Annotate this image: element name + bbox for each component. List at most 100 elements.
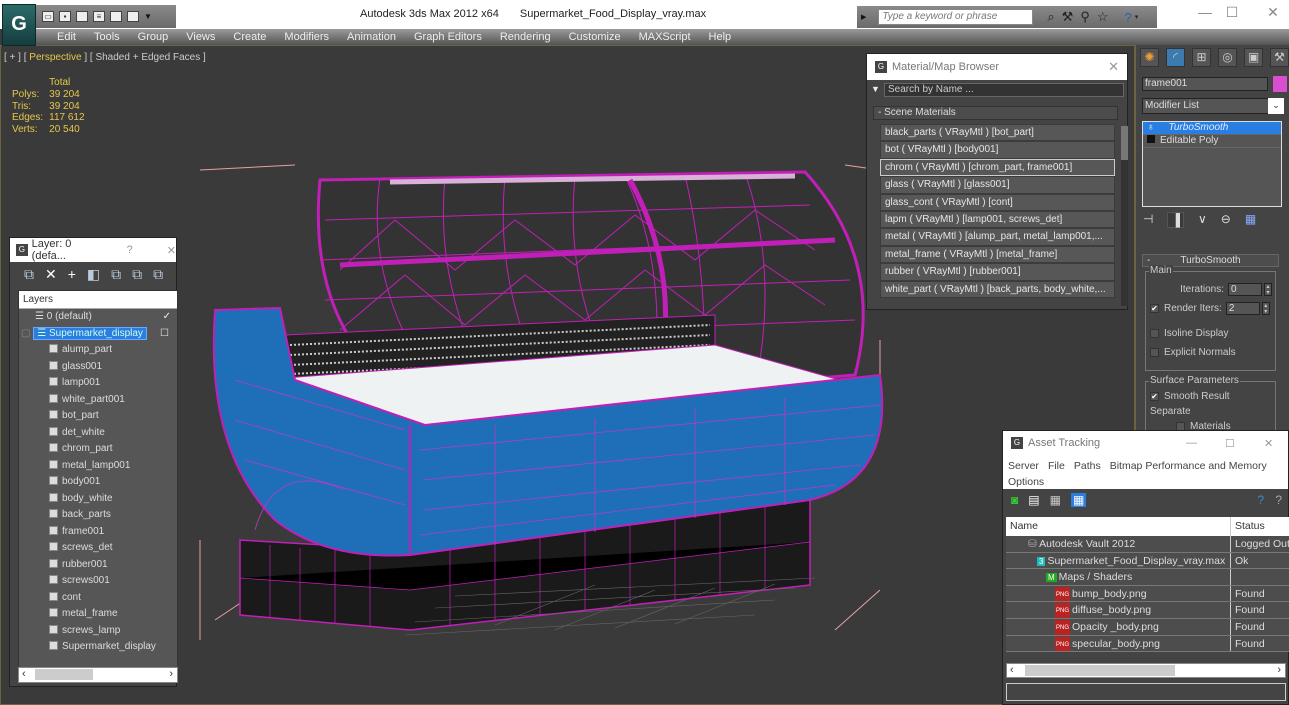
layer-object-row[interactable]: screws_lamp [19,623,177,640]
material-item[interactable]: metal ( VRayMtl ) [alump_part, metal_lam… [880,228,1115,246]
expand-icon[interactable]: ▢ [21,328,33,339]
display-tab-icon[interactable]: ▣ [1244,48,1263,67]
refresh-icon[interactable]: ◙ [1011,493,1018,507]
menu-server[interactable]: Server [1008,460,1039,472]
menu-modifiers[interactable]: Modifiers [275,29,338,45]
maximize-button[interactable]: ☐ [1217,4,1247,21]
material-item[interactable]: black_parts ( VRayMtl ) [bot_part] [880,124,1115,142]
material-item[interactable]: lapm ( VRayMtl ) [lamp001, screws_det] [880,210,1115,229]
layer-object-row[interactable]: metal_lamp001 [19,458,177,475]
modify-tab-icon[interactable]: ◜ [1166,48,1185,67]
material-scrollbar[interactable] [1121,126,1128,306]
layer-object-row[interactable]: body_white [19,491,177,508]
hierarchy-tab-icon[interactable]: ⊞ [1192,48,1211,67]
close-button[interactable]: ✕ [1108,59,1119,75]
close-button[interactable]: ✕ [1258,4,1288,21]
hold-icon[interactable]: ≡ [93,11,105,22]
current-layer-check-icon[interactable]: ✓ [163,309,171,326]
expand-icon[interactable]: ▶ [861,13,866,21]
menu-file[interactable]: File [1048,460,1065,472]
isoline-checkbox[interactable] [1150,329,1159,338]
help-button[interactable]: ? [127,244,133,256]
undo-icon[interactable] [110,11,122,22]
menu-customize[interactable]: Customize [560,29,630,45]
column-name[interactable]: Name [1006,517,1231,536]
pin-stack-icon[interactable]: ⊣ [1143,212,1153,228]
minimize-button[interactable]: — [1186,437,1197,449]
scroll-right-icon[interactable]: › [1277,664,1281,677]
close-button[interactable]: ✕ [1264,437,1273,450]
utilities-tab-icon[interactable]: ⚒ [1270,48,1289,67]
viewport-menu[interactable]: [ + ] [ [4,52,29,63]
material-search-input[interactable]: Search by Name ... [884,83,1124,97]
remove-modifier-icon[interactable]: ⊖ [1221,212,1231,228]
create-layer-icon[interactable]: ⧉ [24,266,34,283]
material-item[interactable]: bot ( VRayMtl ) [body001] [880,141,1115,159]
star-icon[interactable]: ☆ [1097,9,1109,25]
layer-object-row[interactable]: lamp001 [19,375,177,392]
application-button[interactable]: G [2,4,36,46]
menu-options[interactable]: Options [1008,476,1044,488]
wrench-icon[interactable]: ⚒ [1062,9,1074,25]
redo-icon[interactable] [127,11,139,22]
scroll-left-icon[interactable]: ‹ [1010,664,1014,677]
close-button[interactable]: ✕ [167,244,176,257]
viewport-view-name[interactable]: Perspective [29,52,81,63]
layer-object-row[interactable]: cont [19,590,177,607]
menu-views[interactable]: Views [177,29,224,45]
material-item[interactable]: glass ( VRayMtl ) [glass001] [880,176,1115,194]
list-view-icon[interactable]: ▤ [1028,493,1039,507]
stack-item-editable-poly[interactable]: Editable Poly [1143,135,1281,148]
scene-materials-group[interactable]: - Scene Materials [873,106,1118,120]
freeze-all-icon[interactable]: ⧉ [153,266,163,283]
layer-object-row[interactable]: det_white [19,425,177,442]
options-menu-icon[interactable]: ▼ [871,84,880,94]
chevron-down-icon[interactable]: ⌄ [1268,98,1284,114]
highlight-layer-icon[interactable]: ⧉ [111,266,121,283]
scroll-left-icon[interactable]: ‹ [22,668,26,681]
asset-row[interactable]: PNG diffuse_body.png Found [1006,602,1289,619]
context-help-icon[interactable]: ? [1275,493,1282,507]
viewport-shading[interactable]: ] [ Shaded + Edged Faces ] [82,52,205,63]
asset-horizontal-scrollbar[interactable]: ‹ › [1006,663,1286,678]
menu-edit[interactable]: Edit [48,29,85,45]
configure-sets-icon[interactable]: ▦ [1245,212,1256,228]
modifier-list-dropdown[interactable]: Modifier List [1142,98,1284,114]
asset-row[interactable]: 3 Supermarket_Food_Display_vray.max Ok [1006,552,1289,570]
motion-tab-icon[interactable]: ◎ [1218,48,1237,67]
layer-object-row[interactable]: alump_part [19,342,177,359]
explicit-normals-checkbox[interactable] [1150,348,1159,357]
make-unique-icon[interactable]: ∨ [1198,212,1207,228]
asset-row[interactable]: PNG Opacity _body.png Found [1006,618,1289,636]
spinner-arrows-icon[interactable]: ▴ ▾ [1264,283,1272,296]
smooth-result-checkbox[interactable]: ✔ [1150,391,1159,401]
thumbnail-view-icon[interactable]: ▦ [1050,493,1061,507]
asset-row[interactable]: ⛁ Autodesk Vault 2012 Logged Out [1006,536,1289,553]
material-item[interactable]: rubber ( VRayMtl ) [rubber001] [880,263,1115,281]
layer-object-row[interactable]: chrom_part [19,441,177,458]
menu-maxscript[interactable]: MAXScript [630,29,700,45]
material-item[interactable]: chrom ( VRayMtl ) [chrom_part, frame001] [880,158,1115,177]
layer-object-row[interactable]: bot_part [19,408,177,425]
layer-object-row[interactable]: glass001 [19,359,177,376]
maximize-button[interactable]: ☐ [1225,437,1235,450]
layer-object-row[interactable]: body001 [19,474,177,491]
layer-object-row[interactable]: Supermarket_display [19,639,177,656]
material-item[interactable]: glass_cont ( VRayMtl ) [cont] [880,193,1115,211]
layers-column-header[interactable]: Layers [19,291,177,309]
layer-object-row[interactable]: back_parts [19,507,177,524]
layer-object-row[interactable]: white_part001 [19,392,177,409]
menu-paths[interactable]: Paths [1074,460,1101,472]
asset-row[interactable]: PNG bump_body.png Found [1006,585,1289,603]
new-icon[interactable] [76,11,88,22]
viewport-label[interactable]: [ + ] [ Perspective ] [ Shaded + Edged F… [4,52,206,63]
lightbulb-icon[interactable]: ♁ [1147,122,1155,133]
menu-tools[interactable]: Tools [85,29,129,45]
stack-item-turbosmooth[interactable]: ♁ TurboSmooth [1143,122,1281,135]
asset-row[interactable]: M Maps / Shaders [1006,569,1289,586]
material-item[interactable]: white_part ( VRayMtl ) [back_parts, body… [880,280,1115,298]
scroll-thumb[interactable] [1121,126,1128,160]
menu-rendering[interactable]: Rendering [491,29,560,45]
layer-object-row[interactable]: screws_det [19,540,177,557]
render-iters-checkbox[interactable]: ✔ [1150,304,1159,313]
